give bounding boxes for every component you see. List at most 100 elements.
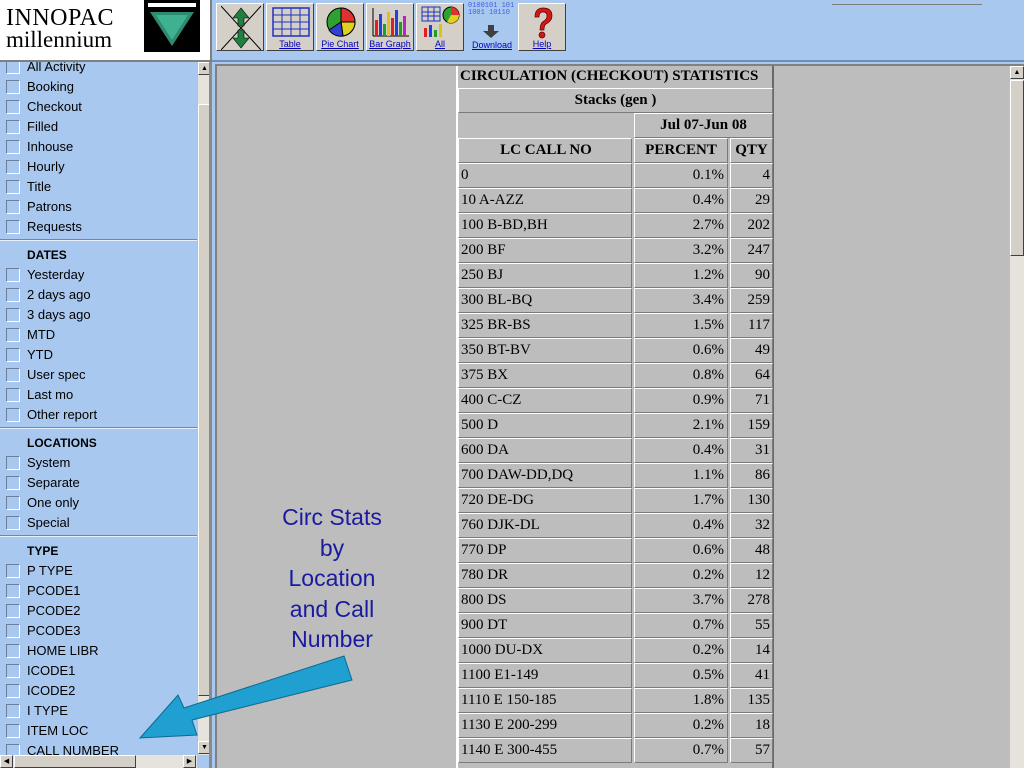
option-checkbox[interactable] <box>6 220 20 234</box>
sidebar-option[interactable]: PCODE2 <box>0 601 197 621</box>
scroll-right-arrow[interactable]: ▶ <box>183 755 196 768</box>
sidebar-option[interactable]: MTD <box>0 325 197 345</box>
scroll-thumb[interactable] <box>198 104 209 696</box>
option-checkbox[interactable] <box>6 328 20 342</box>
option-checkbox[interactable] <box>6 604 20 618</box>
option-label: Hourly <box>27 159 65 174</box>
annotation-line: Circ Stats <box>282 504 382 530</box>
sidebar-option[interactable]: P TYPE <box>0 561 197 581</box>
stats-title: CIRCULATION (CHECKOUT) STATISTICS <box>460 68 759 84</box>
call-number-cell: 900 DT <box>458 613 632 638</box>
sidebar-option[interactable]: Hourly <box>0 157 197 177</box>
sidebar-option[interactable]: System <box>0 453 197 473</box>
option-checkbox[interactable] <box>6 268 20 282</box>
sidebar-option[interactable]: User spec <box>0 365 197 385</box>
sidebar-option[interactable]: One only <box>0 493 197 513</box>
option-label: Inhouse <box>27 139 74 154</box>
scroll-up-arrow[interactable]: ▲ <box>198 62 209 75</box>
option-checkbox[interactable] <box>6 62 20 74</box>
sidebar-option[interactable]: Title <box>0 177 197 197</box>
help-button[interactable]: Help <box>518 3 566 51</box>
sidebar-option[interactable]: Patrons <box>0 197 197 217</box>
sidebar-option[interactable]: Requests <box>0 217 197 237</box>
all-button[interactable]: All <box>416 3 464 51</box>
option-checkbox[interactable] <box>6 564 20 578</box>
sidebar-option[interactable]: YTD <box>0 345 197 365</box>
hscroll-thumb[interactable] <box>14 755 136 768</box>
option-checkbox[interactable] <box>6 408 20 422</box>
innopac-logo: INNOPAC millennium <box>0 0 212 62</box>
option-label: PCODE1 <box>27 583 81 598</box>
option-checkbox[interactable] <box>6 624 20 638</box>
option-checkbox[interactable] <box>6 456 20 470</box>
option-label: I TYPE <box>27 703 68 718</box>
percent-cell: 1.1% <box>634 463 728 488</box>
sidebar-hscrollbar[interactable]: ◀ ▶ <box>0 755 197 768</box>
qty-cell: 31 <box>730 438 773 463</box>
option-checkbox[interactable] <box>6 644 20 658</box>
option-checkbox[interactable] <box>6 388 20 402</box>
option-checkbox[interactable] <box>6 160 20 174</box>
call-number-cell: 375 BX <box>458 363 632 388</box>
option-label: ICODE1 <box>27 663 76 678</box>
percent-cell: 0.9% <box>634 388 728 413</box>
report-scrollbar[interactable]: ▲ <box>1009 66 1024 768</box>
report-scroll-thumb[interactable] <box>1010 80 1024 256</box>
option-checkbox[interactable] <box>6 368 20 382</box>
download-button[interactable]: 0100101 1011001 10110 Download <box>466 3 518 51</box>
sidebar-option[interactable]: Inhouse <box>0 137 197 157</box>
bar-graph-button[interactable]: Bar Graph <box>366 3 414 51</box>
sidebar-option[interactable]: Special <box>0 513 197 533</box>
option-checkbox[interactable] <box>6 684 20 698</box>
option-label: Last mo <box>27 387 74 402</box>
report-scroll-up-arrow[interactable]: ▲ <box>1010 66 1024 79</box>
sidebar-option[interactable]: PCODE1 <box>0 581 197 601</box>
annotation-line: Location <box>288 565 376 591</box>
option-label: 2 days ago <box>27 287 91 302</box>
option-checkbox[interactable] <box>6 584 20 598</box>
sort-arrows-button[interactable] <box>216 3 264 51</box>
qty-cell: 4 <box>730 163 773 188</box>
sidebar-option[interactable]: Checkout <box>0 97 197 117</box>
sidebar-option[interactable]: All Activity <box>0 62 197 77</box>
option-checkbox[interactable] <box>6 80 20 94</box>
option-checkbox[interactable] <box>6 288 20 302</box>
table-button[interactable]: Table <box>266 3 314 51</box>
sidebar-option[interactable]: Booking <box>0 77 197 97</box>
sidebar-option[interactable]: Other report <box>0 405 197 425</box>
option-checkbox[interactable] <box>6 516 20 530</box>
option-checkbox[interactable] <box>6 140 20 154</box>
sidebar-option[interactable]: Filled <box>0 117 197 137</box>
sidebar-option[interactable]: PCODE3 <box>0 621 197 641</box>
percent-cell: 1.7% <box>634 488 728 513</box>
scroll-left-arrow[interactable]: ◀ <box>0 755 13 768</box>
option-checkbox[interactable] <box>6 120 20 134</box>
option-checkbox[interactable] <box>6 308 20 322</box>
sort-arrows-icon <box>221 6 261 50</box>
sidebar-option[interactable]: 2 days ago <box>0 285 197 305</box>
option-checkbox[interactable] <box>6 664 20 678</box>
option-label: User spec <box>27 367 86 382</box>
option-label: Other report <box>27 407 98 422</box>
option-checkbox[interactable] <box>6 200 20 214</box>
table-label: Table <box>279 39 301 49</box>
option-checkbox[interactable] <box>6 724 20 738</box>
percent-cell: 0.1% <box>634 163 728 188</box>
option-checkbox[interactable] <box>6 704 20 718</box>
percent-cell: 0.8% <box>634 363 728 388</box>
call-number-cell: 600 DA <box>458 438 632 463</box>
option-checkbox[interactable] <box>6 180 20 194</box>
percent-cell: 0.7% <box>634 613 728 638</box>
option-checkbox[interactable] <box>6 496 20 510</box>
option-checkbox[interactable] <box>6 348 20 362</box>
sidebar-option[interactable]: 3 days ago <box>0 305 197 325</box>
sidebar-option[interactable]: Yesterday <box>0 265 197 285</box>
pie-chart-icon <box>326 7 356 37</box>
call-number-cell: 300 BL-BQ <box>458 288 632 313</box>
option-checkbox[interactable] <box>6 476 20 490</box>
sidebar-option[interactable]: Separate <box>0 473 197 493</box>
sidebar-option[interactable]: Last mo <box>0 385 197 405</box>
call-number-cell: 770 DP <box>458 538 632 563</box>
option-checkbox[interactable] <box>6 100 20 114</box>
pie-chart-button[interactable]: Pie Chart <box>316 3 364 51</box>
